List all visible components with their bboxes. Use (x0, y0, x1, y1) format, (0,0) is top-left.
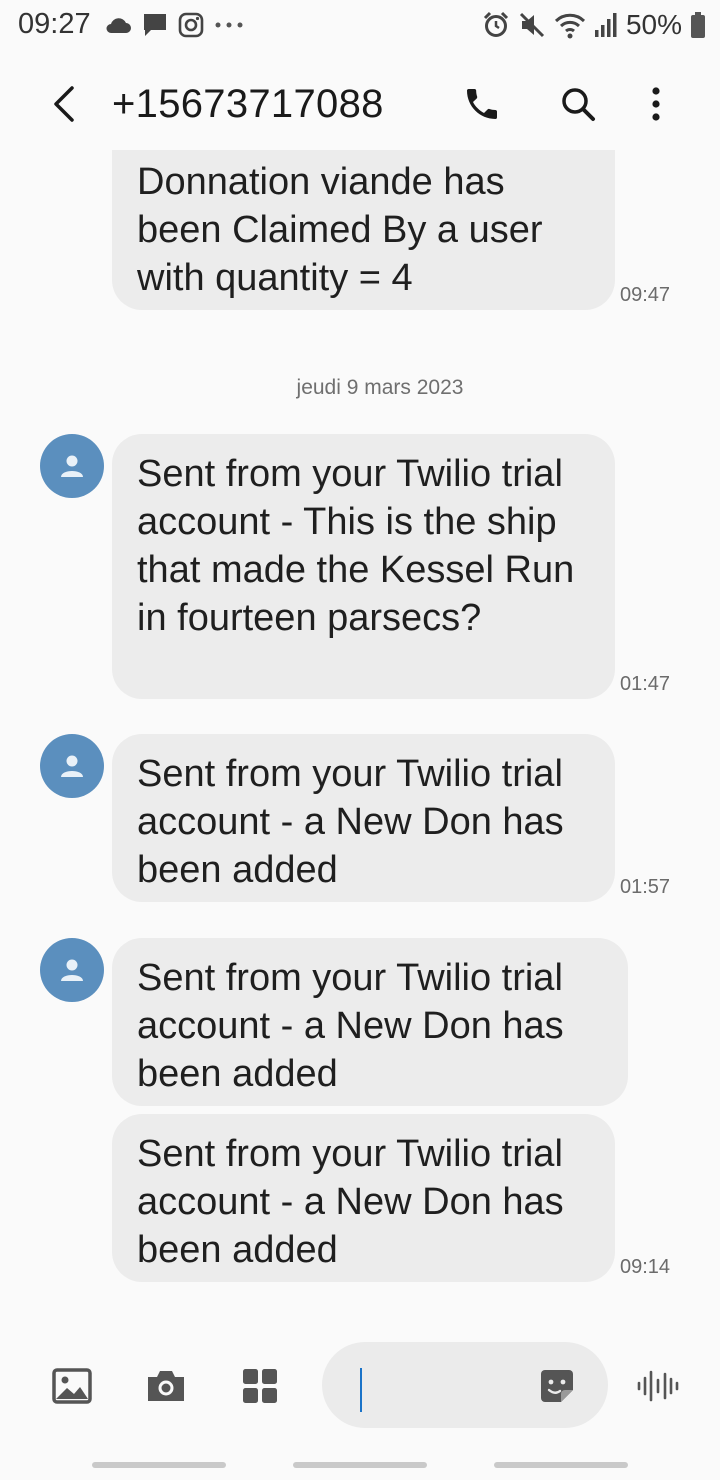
message-time: 01:47 (620, 673, 671, 695)
cloud-icon (106, 18, 131, 33)
sticker-icon (541, 1370, 573, 1402)
person-icon (61, 755, 83, 777)
more-dots-icon (215, 22, 243, 28)
message-bubble[interactable]: Sent from your Twilio trial account - a … (112, 734, 615, 902)
status-left-icons (104, 10, 244, 40)
camera-icon (148, 1371, 184, 1401)
text-caret (360, 1368, 362, 1412)
chat-bubble-icon (144, 14, 166, 36)
composer-bar (0, 1340, 720, 1430)
message-text: Sent from your Twilio trial account - Th… (137, 453, 575, 639)
signal-icon (594, 13, 617, 37)
person-icon (61, 959, 83, 981)
conversation-header: +15673717088 (0, 62, 720, 148)
mute-icon (519, 12, 545, 38)
voice-wave-icon (637, 1370, 679, 1402)
message-text: Donnation viande has been Claimed By a u… (137, 161, 543, 299)
sticker-button[interactable] (535, 1364, 579, 1408)
message-time: 09:14 (620, 1256, 671, 1278)
message-bubble[interactable]: Sent from your Twilio trial account - Th… (112, 434, 615, 699)
more-vertical-icon (652, 87, 660, 121)
battery-percent: 50% (625, 9, 682, 40)
message-text: Sent from your Twilio trial account - a … (137, 753, 564, 891)
voice-button[interactable] (636, 1364, 680, 1408)
date-separator: jeudi 9 mars 2023 (296, 376, 464, 399)
apps-button[interactable] (238, 1364, 282, 1408)
call-button[interactable] (458, 80, 506, 128)
nav-recent-apps[interactable] (92, 1462, 226, 1468)
status-time: 09:27 (18, 8, 91, 40)
nav-home[interactable] (293, 1462, 427, 1468)
message-time: 09:47 (620, 284, 671, 306)
phone-icon (467, 89, 497, 119)
message-bubble[interactable]: Donnation viande has been Claimed By a u… (112, 150, 615, 310)
nav-back[interactable] (494, 1462, 628, 1468)
message-text: Sent from your Twilio trial account - a … (137, 1133, 564, 1271)
message-time: 01:57 (620, 876, 671, 898)
search-button[interactable] (554, 80, 602, 128)
avatar[interactable] (40, 734, 104, 798)
status-right-icons: 50% (482, 8, 706, 42)
camera-button[interactable] (144, 1364, 188, 1408)
message-text: Sent from your Twilio trial account - a … (137, 957, 564, 1095)
instagram-icon (178, 12, 204, 38)
more-options-button[interactable] (632, 80, 680, 128)
back-button[interactable] (40, 80, 88, 128)
alarm-icon (483, 11, 509, 37)
back-arrow-icon (54, 86, 74, 122)
apps-grid-icon (243, 1369, 277, 1403)
status-bar: 09:27 50% (0, 0, 720, 50)
contact-name[interactable]: +15673717088 (112, 82, 384, 127)
person-icon (61, 455, 83, 477)
gallery-button[interactable] (50, 1364, 94, 1408)
avatar[interactable] (40, 434, 104, 498)
battery-icon (691, 12, 705, 38)
gallery-icon (52, 1368, 92, 1404)
message-bubble[interactable]: Sent from your Twilio trial account - a … (112, 938, 628, 1106)
message-bubble[interactable]: Sent from your Twilio trial account - a … (112, 1114, 615, 1282)
wifi-icon (554, 13, 586, 39)
search-icon (562, 88, 595, 121)
avatar[interactable] (40, 938, 104, 1002)
